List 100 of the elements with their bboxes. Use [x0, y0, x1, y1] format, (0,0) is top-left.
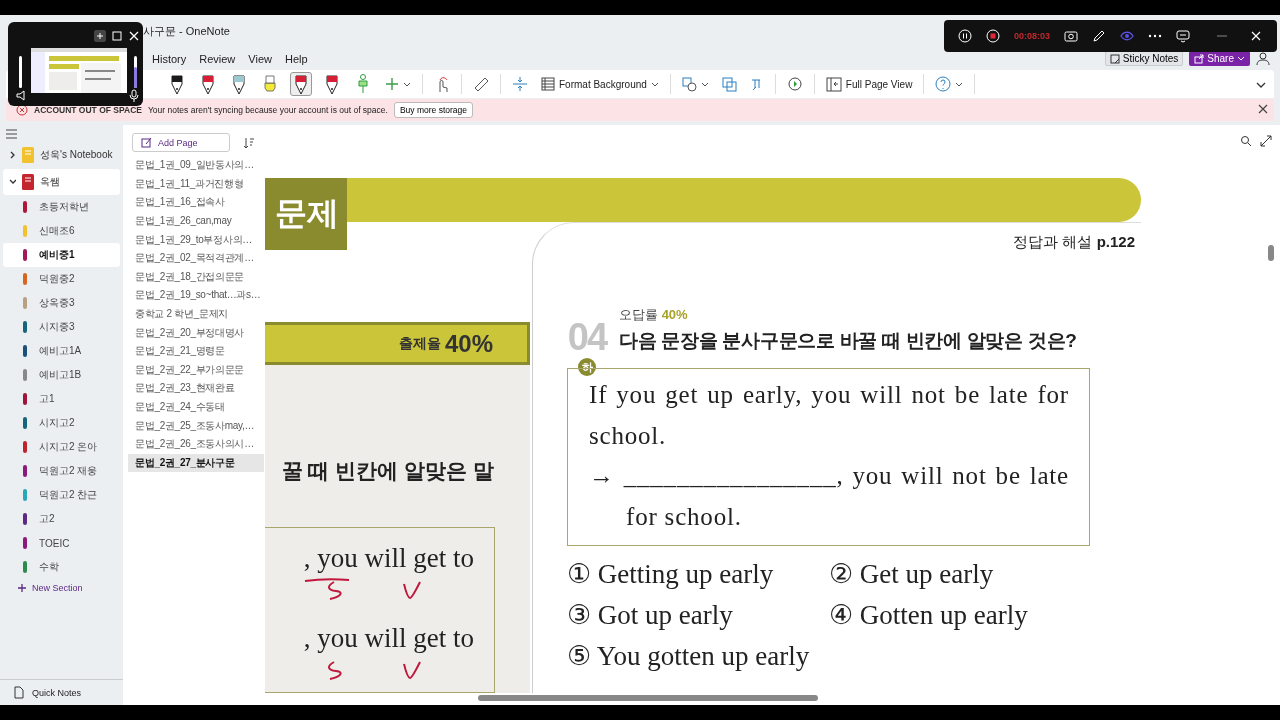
page-item[interactable]: 문법_2권_23_현재완료 — [128, 379, 264, 398]
sort-icon[interactable] — [243, 136, 255, 149]
notebook-item[interactable]: 옥쌤 — [3, 169, 120, 195]
section-item[interactable]: 시지고2 온아 — [3, 435, 120, 459]
pen-icon[interactable] — [1092, 29, 1107, 43]
menu-tab[interactable]: Help — [284, 52, 308, 65]
menu-tab[interactable]: View — [248, 52, 272, 65]
collapse-icon[interactable] — [1256, 81, 1266, 89]
page-item[interactable]: 문법_1권_09_일반동사의… — [128, 156, 264, 175]
expand-icon[interactable] — [1260, 135, 1272, 147]
space-button[interactable] — [510, 76, 530, 92]
menu-tab[interactable]: Review — [199, 52, 236, 65]
ruler-icon — [473, 76, 489, 92]
question-number: 04 — [567, 318, 607, 356]
answer-option: ② Get up early — [829, 558, 1091, 599]
buy-storage-button[interactable]: Buy more storage — [393, 102, 473, 118]
caption-icon[interactable] — [1176, 29, 1191, 43]
page-item[interactable]: 문법_2권_22_부가의문문 — [128, 360, 264, 380]
section-item[interactable]: 수학 — [3, 555, 120, 579]
replay-icon — [786, 76, 803, 92]
page-item[interactable]: 문법_2권_20_부정대명사 — [128, 323, 264, 342]
scrollbar-thumb[interactable] — [1268, 245, 1274, 261]
full-page-view-button[interactable]: Full Page View — [823, 76, 915, 92]
section-item[interactable]: 고1 — [3, 387, 120, 411]
example-line: , you will get to — [303, 621, 474, 655]
share-icon — [1194, 53, 1205, 64]
wrong-rate-value: 40% — [661, 307, 688, 322]
section-item[interactable]: 고2 — [3, 507, 120, 531]
search-icon[interactable] — [1240, 135, 1252, 147]
section-item[interactable]: 예비고1A — [3, 339, 120, 363]
add-pen-button[interactable] — [383, 77, 413, 91]
add-page-button[interactable]: Add Page — [132, 133, 230, 152]
page-item[interactable]: 문법_1권_11_과거진행형 — [128, 174, 264, 194]
page-item[interactable]: 문법_2권_02_목적격관계… — [128, 248, 264, 268]
menu-tab[interactable]: History — [152, 52, 187, 65]
page-item[interactable]: 문법_2권_18_간접의문문 — [128, 267, 264, 287]
question-text: 꿀 때 빈칸에 알맞은 말 — [281, 458, 494, 484]
chevron-down-icon — [9, 178, 16, 186]
section-item[interactable]: TOEIC — [3, 531, 120, 555]
chevron-down-icon — [700, 80, 709, 88]
marker-icon — [356, 74, 370, 94]
plus-icon — [385, 77, 399, 91]
section-item[interactable]: 상옥중3 — [3, 291, 120, 315]
page-item[interactable]: 문법_1권_26_can,may — [128, 211, 264, 231]
scrollbar-thumb[interactable] — [478, 695, 818, 701]
answer-reference: 정답과 해설 p.122 — [1013, 233, 1135, 252]
section-item[interactable]: 예비고1B — [3, 363, 120, 387]
section-item[interactable]: 시지고2 — [3, 411, 120, 435]
new-page-icon — [141, 137, 152, 148]
section-item[interactable]: 예비중1 — [3, 243, 120, 267]
person-icon[interactable] — [1256, 51, 1270, 66]
section-item[interactable]: 초등저학년 — [3, 195, 120, 219]
speaker-icon[interactable] — [16, 90, 28, 101]
page-item[interactable]: 문법_2권_27_분사구문 — [128, 453, 264, 473]
pause-icon[interactable] — [958, 29, 972, 43]
format-background-button[interactable]: Format Background — [539, 77, 661, 91]
section-item[interactable]: 시지중3 — [3, 315, 120, 339]
header-title: 문제 — [265, 178, 347, 250]
page-item[interactable]: 문법_2권_26_조동사의시… — [128, 434, 264, 454]
sentence-text: If you get up early, you will not be late for school. — [589, 380, 1069, 451]
close-icon[interactable] — [1258, 104, 1268, 114]
page-item[interactable]: 중학교 2 학년_문제지 — [128, 304, 264, 324]
answer-option: ⑤ You gotten up early — [567, 640, 829, 681]
new-section-button[interactable]: New Section — [0, 579, 123, 597]
stop-icon[interactable] — [986, 29, 1000, 43]
note-icon — [1109, 53, 1120, 64]
close-icon[interactable] — [1249, 29, 1263, 43]
page-item[interactable]: 문법_1권_29_to부정사의… — [128, 230, 264, 249]
page-item[interactable]: 문법_1권_16_접속사 — [128, 193, 264, 212]
full-page-icon — [825, 76, 842, 92]
lines-icon — [541, 77, 555, 91]
eye-icon[interactable] — [1120, 29, 1135, 43]
page-item[interactable]: 문법_2권_21_명령문 — [128, 341, 264, 361]
section-item[interactable]: 덕원고2 찬근 — [3, 483, 120, 507]
ink-to-shape-button[interactable] — [719, 76, 739, 92]
plus-icon — [18, 584, 26, 592]
page-item[interactable]: 문법_2권_19_so~that…과s… — [128, 286, 264, 305]
notebook-item[interactable]: 성욱's Notebook — [3, 142, 120, 168]
alert-title: ACCOUNT OUT OF SPACE — [34, 105, 142, 115]
split-arrows-icon — [512, 76, 528, 92]
convert-icon — [721, 76, 737, 92]
section-item[interactable]: 신매조6 — [3, 219, 120, 243]
rate-value: 40% — [444, 329, 493, 358]
shapes-button[interactable] — [679, 76, 711, 92]
chevron-right-icon — [9, 151, 16, 159]
error-icon — [16, 104, 28, 116]
sentence-text: → ________________, you will not be late for school. — [589, 461, 1069, 532]
section-item[interactable]: 덕원고2 재웅 — [3, 459, 120, 483]
microphone-icon[interactable] — [129, 89, 139, 102]
rate-label: 출제율 — [398, 334, 441, 353]
chevron-down-icon — [1237, 55, 1245, 62]
page-item[interactable]: 문법_2권_25_조동사may,… — [128, 416, 264, 435]
section-item[interactable]: 덕원중2 — [3, 267, 120, 291]
page-item[interactable]: 문법_2권_24_수동태 — [128, 397, 264, 417]
chevron-down-icon — [403, 80, 411, 88]
camera-icon[interactable] — [1064, 29, 1079, 43]
help-icon — [935, 76, 952, 92]
chevron-down-icon — [650, 80, 659, 88]
window-title: 사구문 - OneNote — [143, 23, 230, 39]
window-controls-drawing[interactable] — [94, 30, 140, 42]
